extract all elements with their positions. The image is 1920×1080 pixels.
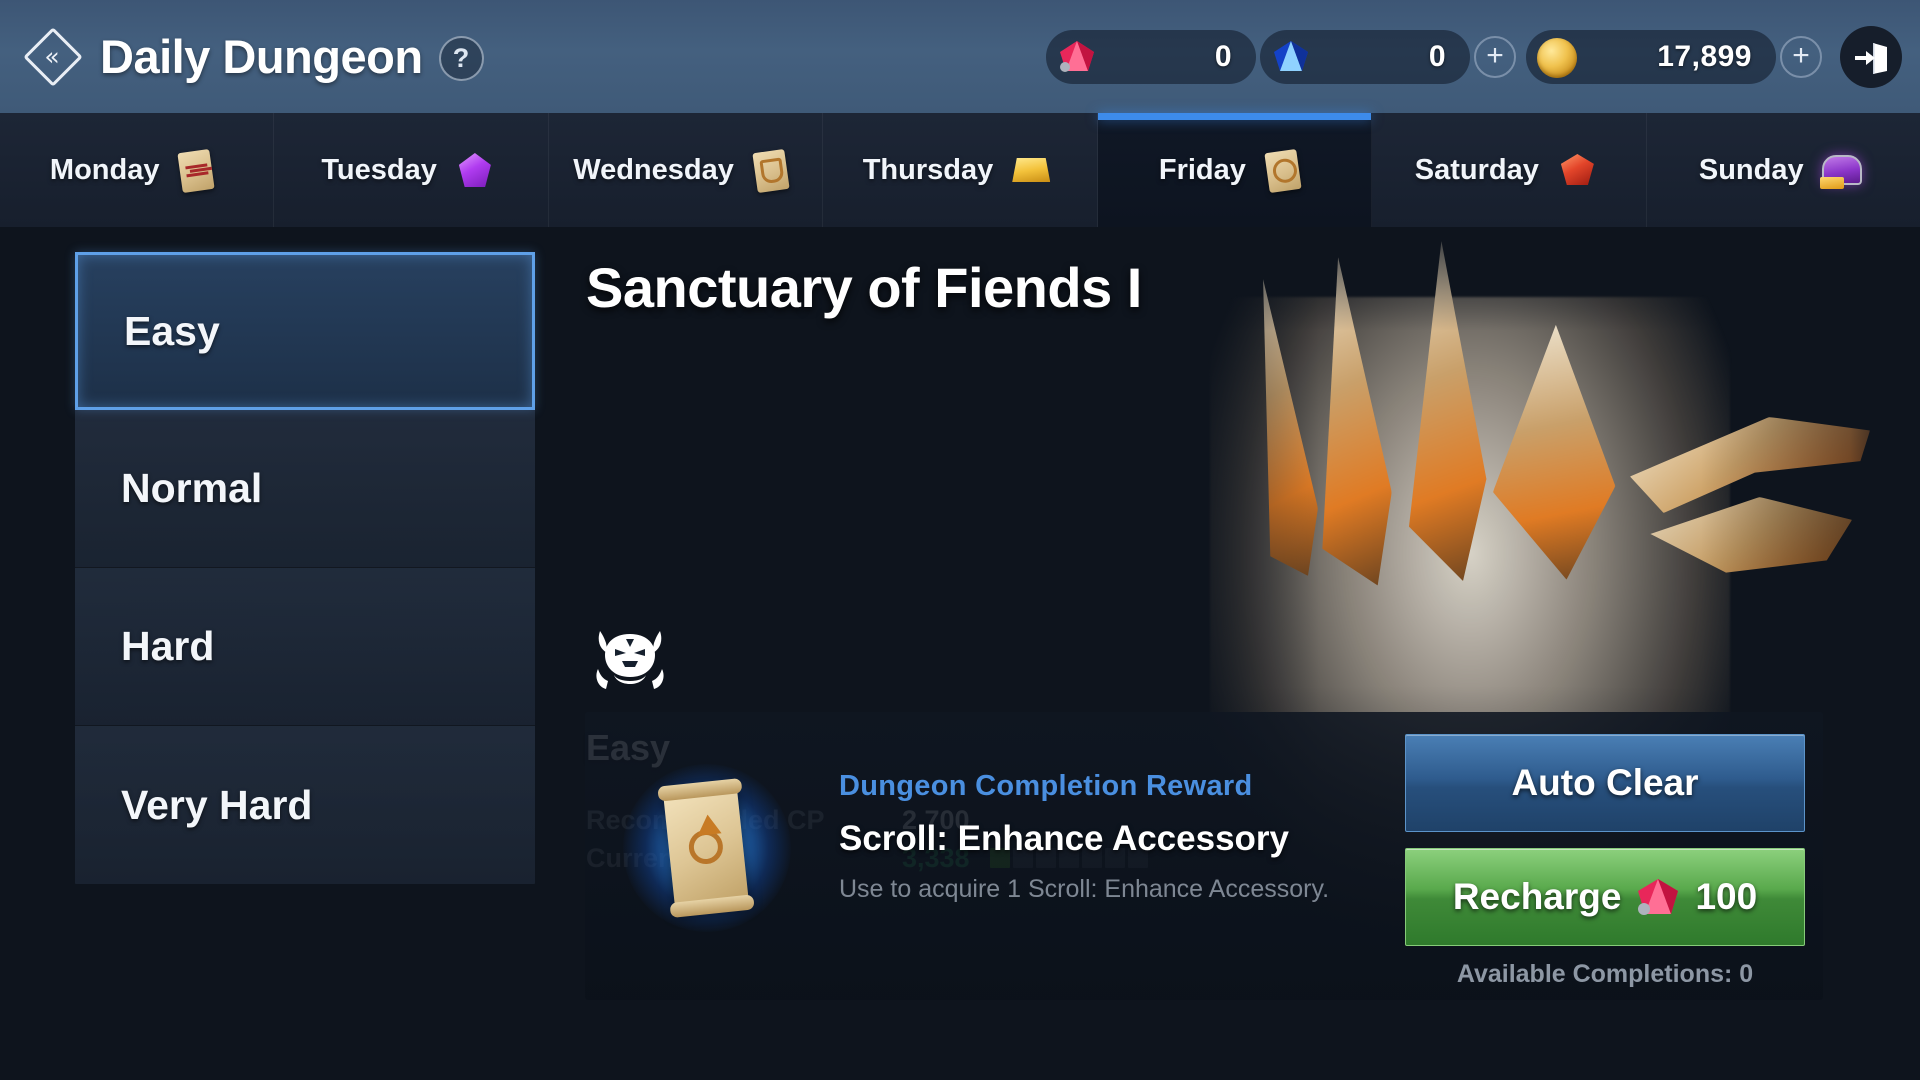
- tab-sunday[interactable]: Sunday: [1647, 113, 1920, 227]
- currency-diamond[interactable]: 0: [1260, 29, 1470, 84]
- boss-horn: [1220, 276, 1326, 582]
- boss-horn: [1409, 241, 1487, 581]
- scroll-accessory-icon: [623, 764, 791, 932]
- day-tab-bar: Monday Tuesday Wednesday Thursday Friday…: [0, 113, 1920, 227]
- difficulty-item-label: Hard: [121, 623, 215, 669]
- currency-group: 0 0 + 17,899 +: [1046, 25, 1920, 88]
- exit-door-icon[interactable]: [1840, 25, 1902, 88]
- boss-horn: [1293, 255, 1396, 589]
- action-button-column: Auto Clear Recharge 100 Available Comple…: [1405, 734, 1805, 989]
- exit-door-glyph: [1855, 42, 1887, 74]
- red-gem-icon: [1551, 147, 1603, 193]
- recharge-cost-value: 100: [1695, 876, 1758, 917]
- boss-horn: [1481, 319, 1639, 585]
- tab-friday-label: Friday: [1158, 153, 1246, 186]
- tab-thursday-label: Thursday: [862, 153, 994, 186]
- reward-name-label: Scroll: Enhance Accessory: [839, 819, 1290, 858]
- tab-monday-label: Monday: [49, 153, 160, 186]
- blue-diamond-shape: [1274, 40, 1308, 71]
- currency-ruby[interactable]: 0: [1046, 29, 1256, 84]
- header-left-group: « Daily Dungeon ?: [0, 26, 484, 88]
- ruby-gem-shape: [1060, 40, 1094, 72]
- gold-bar-icon: [1005, 147, 1057, 193]
- purple-crystal-icon: [449, 147, 501, 193]
- help-icon[interactable]: ?: [438, 36, 484, 81]
- tab-wednesday-label: Wednesday: [573, 153, 734, 186]
- scroll-shield-icon: [746, 147, 798, 194]
- main-content: Easy Normal Hard Very Hard Sanctuary of …: [0, 227, 1920, 1080]
- tab-monday[interactable]: Monday: [0, 113, 275, 227]
- daily-dungeon-screen: « Daily Dungeon ? 0 0 + 17,899 + Monday …: [0, 0, 1920, 1080]
- ruby-gem-icon: [1052, 32, 1102, 82]
- difficulty-item-label: Easy: [124, 307, 220, 354]
- available-completions-label: Available Completions: 0: [1456, 960, 1754, 988]
- difficulty-list: Easy Normal Hard Very Hard: [75, 252, 535, 884]
- reward-ring-glyph: [687, 828, 725, 866]
- auto-clear-button[interactable]: Auto Clear: [1405, 734, 1805, 832]
- recharge-button-label: Recharge: [1452, 876, 1622, 917]
- currency-gold[interactable]: 17,899: [1526, 29, 1776, 84]
- top-header-bar: « Daily Dungeon ? 0 0 + 17,899 +: [0, 0, 1920, 113]
- reward-panel: Dungeon Completion Reward Scroll: Enhanc…: [585, 712, 1823, 1000]
- difficulty-item-hard[interactable]: Hard: [75, 568, 535, 726]
- tab-wednesday[interactable]: Wednesday: [549, 113, 824, 227]
- reward-text-block: Dungeon Completion Reward Scroll: Enhanc…: [839, 770, 1329, 904]
- difficulty-item-label: Very Hard: [121, 781, 313, 828]
- currency-gold-value: 17,899: [1657, 39, 1752, 73]
- difficulty-item-label: Normal: [121, 465, 263, 511]
- boss-claw: [1630, 417, 1870, 513]
- gold-coin-shape: [1537, 37, 1577, 78]
- gold-coin-icon: [1532, 32, 1582, 82]
- tab-friday[interactable]: Friday: [1097, 113, 1373, 227]
- tab-tuesday-label: Tuesday: [321, 153, 437, 186]
- boss-claw: [1650, 497, 1852, 573]
- difficulty-item-easy[interactable]: Easy: [75, 252, 535, 410]
- ruby-gem-shape: [1638, 879, 1679, 915]
- reward-scroll-shape: [662, 784, 750, 912]
- tab-thursday[interactable]: Thursday: [823, 113, 1098, 227]
- tab-saturday[interactable]: Saturday: [1372, 113, 1647, 227]
- tab-tuesday[interactable]: Tuesday: [274, 113, 549, 227]
- back-chevron-glyph: «: [44, 42, 60, 71]
- ruby-gem-icon: [1635, 877, 1681, 917]
- reward-kind-label: Dungeon Completion Reward: [839, 770, 1253, 802]
- recharge-button[interactable]: Recharge 100: [1405, 848, 1805, 946]
- blue-diamond-icon: [1266, 32, 1316, 82]
- purple-chest-icon: [1816, 147, 1868, 193]
- scroll-ring-icon: [1258, 147, 1310, 194]
- reward-description: Use to acquire 1 Scroll: Enhance Accesso…: [839, 875, 1330, 903]
- scroll-red-icon: [171, 147, 223, 194]
- add-diamond-button[interactable]: +: [1474, 35, 1516, 78]
- back-chevron-icon[interactable]: «: [22, 26, 84, 88]
- currency-ruby-value: 0: [1214, 39, 1232, 73]
- currency-diamond-value: 0: [1428, 39, 1446, 73]
- oni-mask-icon: [592, 625, 668, 693]
- difficulty-item-very-hard[interactable]: Very Hard: [75, 726, 535, 884]
- tab-saturday-label: Saturday: [1414, 153, 1539, 186]
- oni-mask-glyph: [596, 631, 664, 689]
- difficulty-item-normal[interactable]: Normal: [75, 410, 535, 568]
- dungeon-title: Sanctuary of Fiends I: [586, 256, 1142, 319]
- tab-sunday-label: Sunday: [1698, 153, 1804, 186]
- add-gold-button[interactable]: +: [1780, 35, 1822, 78]
- page-title: Daily Dungeon: [100, 30, 423, 83]
